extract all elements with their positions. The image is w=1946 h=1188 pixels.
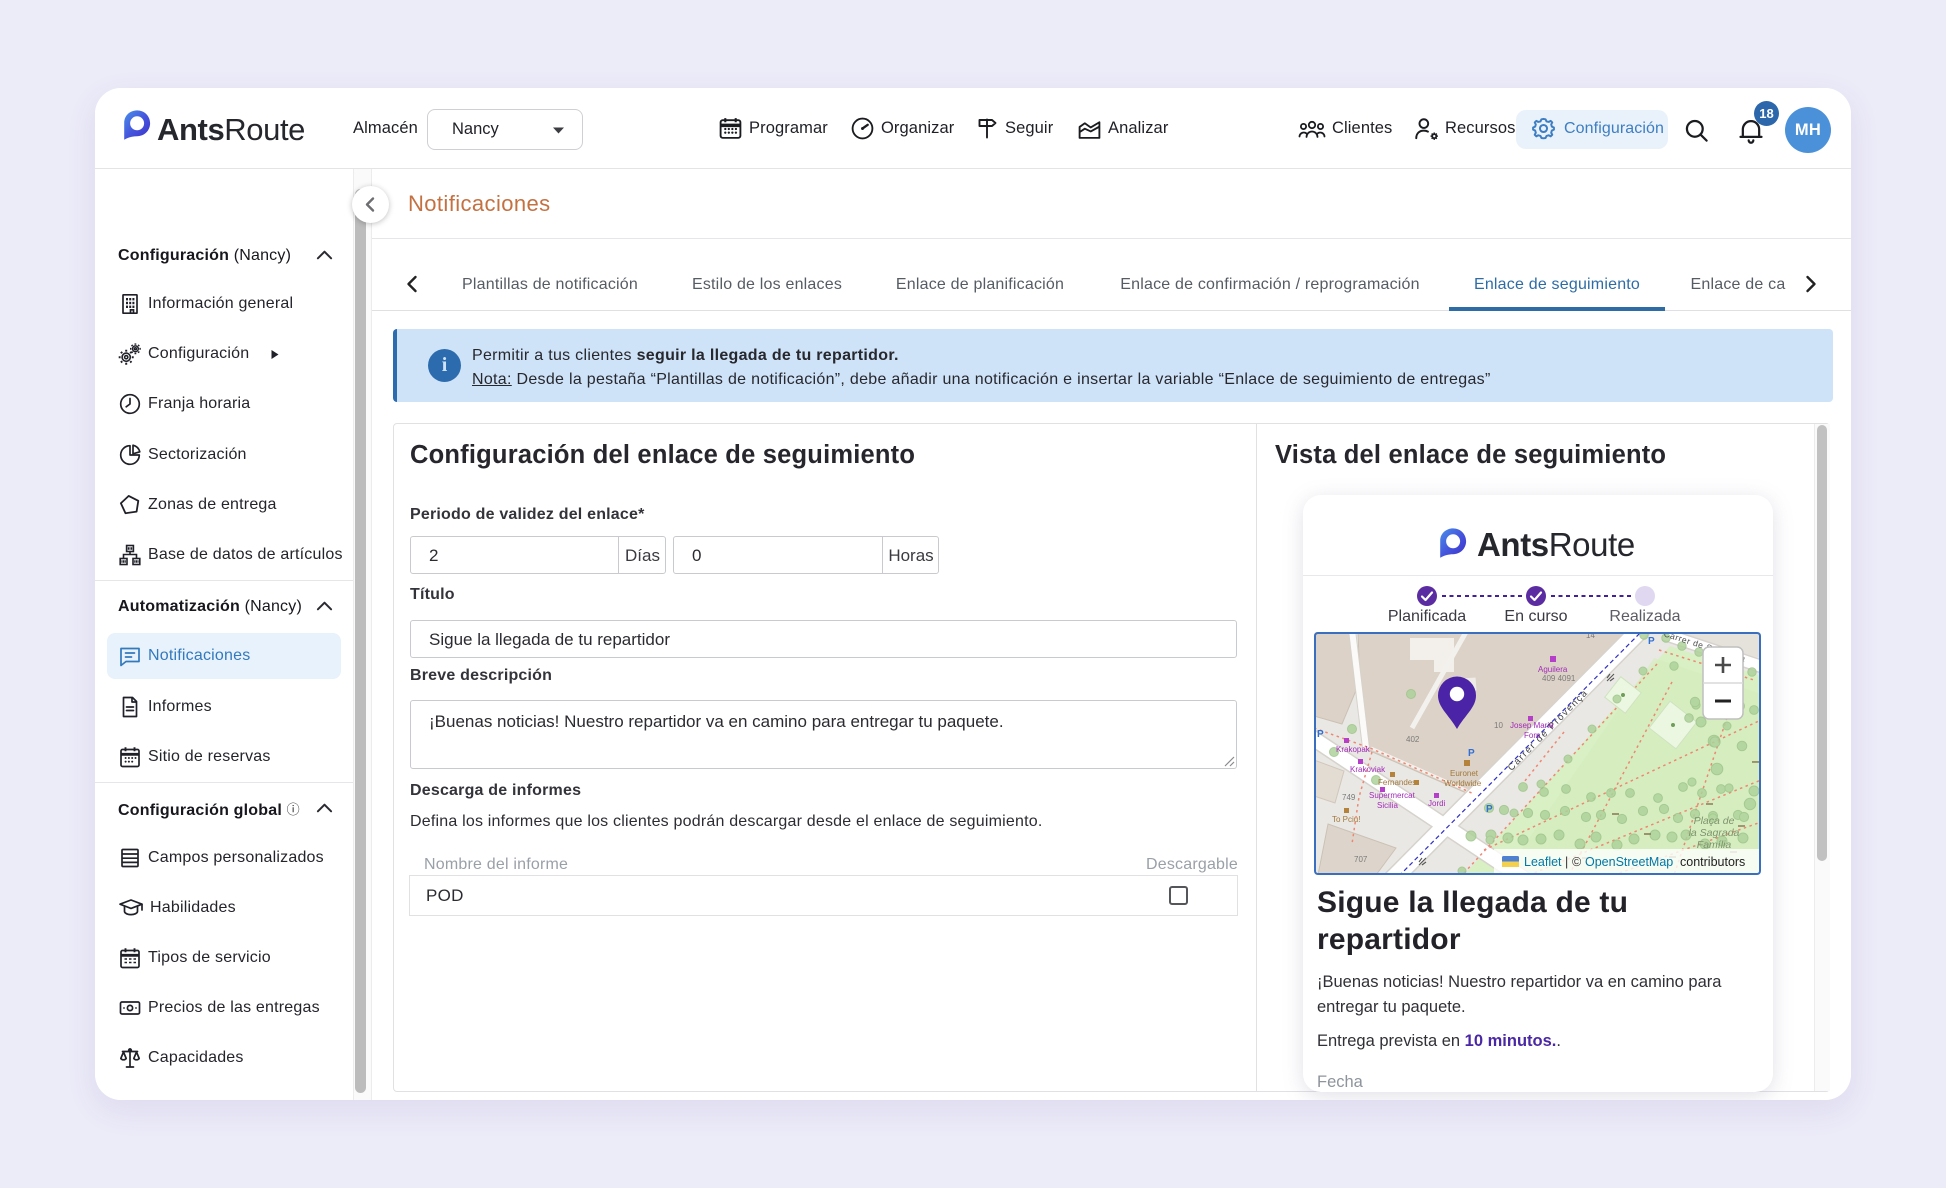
- svg-text:P: P: [1468, 748, 1475, 759]
- svg-text:Leaflet: Leaflet: [1524, 855, 1562, 869]
- svg-text:Krakopak: Krakopak: [1336, 745, 1371, 754]
- svg-text:contributors: contributors: [1680, 855, 1745, 869]
- svg-text:To Pciu!: To Pciu!: [1332, 815, 1360, 824]
- svg-text:Krakoviak: Krakoviak: [1350, 765, 1386, 774]
- svg-text:©: ©: [1572, 855, 1582, 869]
- svg-text:P: P: [1648, 636, 1655, 647]
- svg-text:Forn: Forn: [1524, 731, 1540, 740]
- svg-text:Worldwide: Worldwide: [1444, 779, 1482, 788]
- svg-text:Fernandes: Fernandes: [1378, 778, 1416, 787]
- svg-text:la Sagrada: la Sagrada: [1689, 827, 1740, 839]
- svg-text:OpenStreetMap: OpenStreetMap: [1585, 855, 1673, 869]
- svg-text:Josep Maria: Josep Maria: [1510, 721, 1554, 730]
- svg-text:Supermercat: Supermercat: [1369, 791, 1416, 800]
- svg-text:Aguilera: Aguilera: [1538, 665, 1568, 674]
- svg-text:Euronet: Euronet: [1450, 769, 1479, 778]
- svg-text:P: P: [1486, 804, 1493, 815]
- svg-text:Sicilia: Sicilia: [1377, 801, 1398, 810]
- svg-text:749: 749: [1342, 793, 1356, 802]
- svg-text:402: 402: [1406, 735, 1420, 744]
- svg-text:409 4091: 409 4091: [1542, 674, 1576, 683]
- svg-text:|: |: [1565, 855, 1568, 869]
- svg-text:P: P: [1317, 729, 1324, 740]
- svg-text:Jordi: Jordi: [1428, 799, 1446, 808]
- svg-text:Plaça de: Plaça de: [1694, 815, 1735, 827]
- svg-text:707: 707: [1354, 855, 1368, 864]
- svg-text:10: 10: [1494, 721, 1503, 730]
